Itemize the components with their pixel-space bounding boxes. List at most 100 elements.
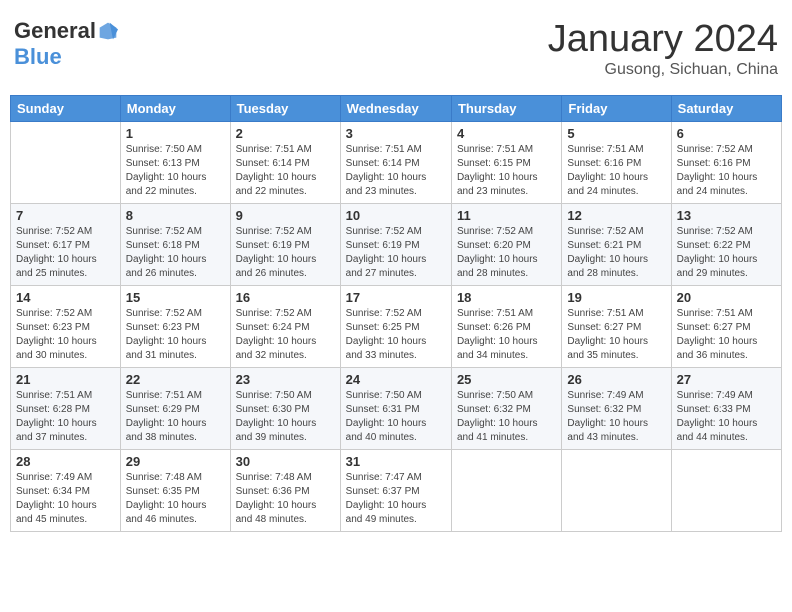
day-number: 30 — [236, 454, 335, 469]
day-info: Sunrise: 7:50 AM Sunset: 6:31 PM Dayligh… — [346, 389, 446, 445]
logo: General Blue — [14, 18, 118, 70]
calendar-cell: 9 Sunrise: 7:52 AM Sunset: 6:19 PM Daylig… — [230, 204, 340, 286]
logo-blue-text: Blue — [14, 44, 62, 70]
calendar-week-row: 1Sunrise: 7:50 AM Sunset: 6:13 PM Daylig… — [11, 122, 782, 204]
calendar-cell: 24 Sunrise: 7:50 AM Sunset: 6:31 PM Dayli… — [340, 368, 451, 450]
day-info: Sunrise: 7:48 AM Sunset: 6:35 PM Dayligh… — [126, 471, 225, 527]
day-number: 25 — [457, 372, 556, 387]
column-header-wednesday: Wednesday — [340, 96, 451, 122]
day-info: Sunrise: 7:51 AM Sunset: 6:27 PM Dayligh… — [677, 307, 776, 363]
day-info: Sunrise: 7:52 AM Sunset: 6:24 PM Dayligh… — [236, 307, 335, 363]
column-header-monday: Monday — [120, 96, 230, 122]
day-number: 9 — [236, 208, 335, 223]
day-number: 14 — [16, 290, 115, 305]
day-number: 2 — [236, 126, 335, 141]
day-info: Sunrise: 7:52 AM Sunset: 6:20 PM Dayligh… — [457, 225, 556, 281]
calendar-week-row: 28Sunrise: 7:49 AM Sunset: 6:34 PM Dayli… — [11, 450, 782, 532]
day-info: Sunrise: 7:52 AM Sunset: 6:23 PM Dayligh… — [16, 307, 115, 363]
day-info: Sunrise: 7:51 AM Sunset: 6:27 PM Dayligh… — [567, 307, 665, 363]
day-number: 29 — [126, 454, 225, 469]
calendar-cell: 18Sunrise: 7:51 AM Sunset: 6:26 PM Dayli… — [451, 286, 561, 368]
logo-general-text: General — [14, 18, 96, 44]
day-number: 28 — [16, 454, 115, 469]
calendar-cell: 22 Sunrise: 7:51 AM Sunset: 6:29 PM Dayli… — [120, 368, 230, 450]
calendar-week-row: 7 Sunrise: 7:52 AM Sunset: 6:17 PM Daylig… — [11, 204, 782, 286]
day-info: Sunrise: 7:50 AM Sunset: 6:30 PM Dayligh… — [236, 389, 335, 445]
calendar-cell — [451, 450, 561, 532]
day-number: 24 — [346, 372, 446, 387]
day-number: 4 — [457, 126, 556, 141]
day-info: Sunrise: 7:51 AM Sunset: 6:14 PM Dayligh… — [346, 143, 446, 199]
day-number: 10 — [346, 208, 446, 223]
calendar-cell: 20 Sunrise: 7:51 AM Sunset: 6:27 PM Dayli… — [671, 286, 781, 368]
day-info: Sunrise: 7:52 AM Sunset: 6:17 PM Dayligh… — [16, 225, 115, 281]
calendar-week-row: 21 Sunrise: 7:51 AM Sunset: 6:28 PM Dayli… — [11, 368, 782, 450]
day-info: Sunrise: 7:48 AM Sunset: 6:36 PM Dayligh… — [236, 471, 335, 527]
day-info: Sunrise: 7:51 AM Sunset: 6:14 PM Dayligh… — [236, 143, 335, 199]
day-info: Sunrise: 7:52 AM Sunset: 6:23 PM Dayligh… — [126, 307, 225, 363]
calendar-cell: 17 Sunrise: 7:52 AM Sunset: 6:25 PM Dayli… — [340, 286, 451, 368]
day-number: 21 — [16, 372, 115, 387]
day-number: 23 — [236, 372, 335, 387]
calendar-cell: 10 Sunrise: 7:52 AM Sunset: 6:19 PM Dayli… — [340, 204, 451, 286]
day-number: 7 — [16, 208, 115, 223]
logo-icon — [98, 21, 118, 41]
calendar-cell: 2 Sunrise: 7:51 AM Sunset: 6:14 PM Daylig… — [230, 122, 340, 204]
calendar-cell: 15 Sunrise: 7:52 AM Sunset: 6:23 PM Dayli… — [120, 286, 230, 368]
column-header-tuesday: Tuesday — [230, 96, 340, 122]
day-info: Sunrise: 7:52 AM Sunset: 6:19 PM Dayligh… — [346, 225, 446, 281]
calendar-week-row: 14 Sunrise: 7:52 AM Sunset: 6:23 PM Dayli… — [11, 286, 782, 368]
calendar-cell — [562, 450, 671, 532]
day-info: Sunrise: 7:52 AM Sunset: 6:18 PM Dayligh… — [126, 225, 225, 281]
month-title: January 2024 — [548, 18, 778, 61]
calendar-cell: 3 Sunrise: 7:51 AM Sunset: 6:14 PM Daylig… — [340, 122, 451, 204]
calendar-cell: 29 Sunrise: 7:48 AM Sunset: 6:35 PM Dayli… — [120, 450, 230, 532]
page-header: General Blue January 2024 Gusong, Sichua… — [10, 10, 782, 87]
day-number: 22 — [126, 372, 225, 387]
calendar-table: SundayMondayTuesdayWednesdayThursdayFrid… — [10, 95, 782, 532]
column-header-friday: Friday — [562, 96, 671, 122]
calendar-cell: 14 Sunrise: 7:52 AM Sunset: 6:23 PM Dayli… — [11, 286, 121, 368]
calendar-cell: 23 Sunrise: 7:50 AM Sunset: 6:30 PM Dayli… — [230, 368, 340, 450]
calendar-cell: 26 Sunrise: 7:49 AM Sunset: 6:32 PM Dayli… — [562, 368, 671, 450]
calendar-cell: 12 Sunrise: 7:52 AM Sunset: 6:21 PM Dayli… — [562, 204, 671, 286]
day-info: Sunrise: 7:51 AM Sunset: 6:28 PM Dayligh… — [16, 389, 115, 445]
day-info: Sunrise: 7:49 AM Sunset: 6:32 PM Dayligh… — [567, 389, 665, 445]
day-number: 11 — [457, 208, 556, 223]
calendar-cell — [671, 450, 781, 532]
day-info: Sunrise: 7:52 AM Sunset: 6:16 PM Dayligh… — [677, 143, 776, 199]
column-header-saturday: Saturday — [671, 96, 781, 122]
calendar-cell: 1Sunrise: 7:50 AM Sunset: 6:13 PM Daylig… — [120, 122, 230, 204]
day-info: Sunrise: 7:52 AM Sunset: 6:21 PM Dayligh… — [567, 225, 665, 281]
calendar-cell: 11 Sunrise: 7:52 AM Sunset: 6:20 PM Dayli… — [451, 204, 561, 286]
calendar-cell: 8 Sunrise: 7:52 AM Sunset: 6:18 PM Daylig… — [120, 204, 230, 286]
day-number: 26 — [567, 372, 665, 387]
title-section: January 2024 Gusong, Sichuan, China — [548, 18, 778, 79]
day-number: 15 — [126, 290, 225, 305]
calendar-cell: 31Sunrise: 7:47 AM Sunset: 6:37 PM Dayli… — [340, 450, 451, 532]
calendar-cell: 16 Sunrise: 7:52 AM Sunset: 6:24 PM Dayli… — [230, 286, 340, 368]
day-info: Sunrise: 7:49 AM Sunset: 6:33 PM Dayligh… — [677, 389, 776, 445]
day-number: 12 — [567, 208, 665, 223]
day-number: 17 — [346, 290, 446, 305]
day-number: 27 — [677, 372, 776, 387]
day-info: Sunrise: 7:52 AM Sunset: 6:22 PM Dayligh… — [677, 225, 776, 281]
calendar-cell: 30 Sunrise: 7:48 AM Sunset: 6:36 PM Dayli… — [230, 450, 340, 532]
day-number: 18 — [457, 290, 556, 305]
calendar-cell: 19 Sunrise: 7:51 AM Sunset: 6:27 PM Dayli… — [562, 286, 671, 368]
day-number: 5 — [567, 126, 665, 141]
day-info: Sunrise: 7:52 AM Sunset: 6:25 PM Dayligh… — [346, 307, 446, 363]
day-number: 3 — [346, 126, 446, 141]
calendar-cell: 25Sunrise: 7:50 AM Sunset: 6:32 PM Dayli… — [451, 368, 561, 450]
day-number: 20 — [677, 290, 776, 305]
day-number: 8 — [126, 208, 225, 223]
day-number: 6 — [677, 126, 776, 141]
day-number: 16 — [236, 290, 335, 305]
day-number: 19 — [567, 290, 665, 305]
calendar-cell: 5Sunrise: 7:51 AM Sunset: 6:16 PM Daylig… — [562, 122, 671, 204]
calendar-cell — [11, 122, 121, 204]
day-info: Sunrise: 7:52 AM Sunset: 6:19 PM Dayligh… — [236, 225, 335, 281]
day-info: Sunrise: 7:50 AM Sunset: 6:13 PM Dayligh… — [126, 143, 225, 199]
calendar-cell: 27 Sunrise: 7:49 AM Sunset: 6:33 PM Dayli… — [671, 368, 781, 450]
day-info: Sunrise: 7:51 AM Sunset: 6:29 PM Dayligh… — [126, 389, 225, 445]
